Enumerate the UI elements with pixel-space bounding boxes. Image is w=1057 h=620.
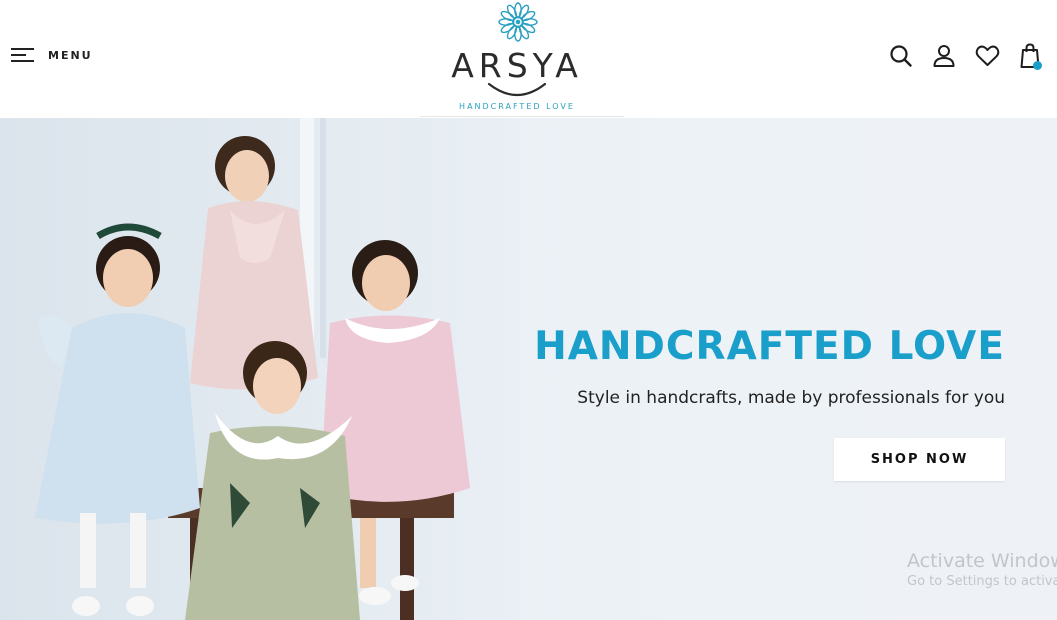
- watermark-subtitle: Go to Settings to activa: [907, 574, 1057, 589]
- cart-count-badge: [1033, 61, 1042, 70]
- menu-label: MENU: [48, 49, 93, 62]
- hero-subtitle: Style in handcrafts, made by professiona…: [577, 388, 1005, 408]
- user-icon: [933, 45, 955, 67]
- logo-wordmark: ARSYA: [451, 46, 583, 85]
- flower-icon: [498, 2, 538, 42]
- site-logo[interactable]: ARSYA HANDCRAFTED LOVE: [420, 0, 624, 118]
- wishlist-button[interactable]: [974, 43, 1000, 69]
- shop-now-button[interactable]: SHOP NOW: [834, 438, 1005, 481]
- search-icon: [890, 45, 912, 67]
- logo-tagline: HANDCRAFTED LOVE: [459, 102, 575, 111]
- hero-image: [0, 118, 520, 620]
- heart-icon: [975, 45, 999, 66]
- windows-activation-watermark: Activate Windows Go to Settings to activ…: [907, 550, 1057, 589]
- search-button[interactable]: [888, 43, 914, 69]
- hamburger-icon: [11, 46, 35, 62]
- hero-title: HANDCRAFTED LOVE: [534, 324, 1005, 369]
- logo-divider: [420, 116, 624, 117]
- account-button[interactable]: [931, 43, 957, 69]
- watermark-title: Activate Windows: [907, 550, 1057, 572]
- cart-button[interactable]: [1017, 43, 1043, 70]
- hero-banner: HANDCRAFTED LOVE Style in handcrafts, ma…: [0, 118, 1057, 620]
- menu-toggle[interactable]: MENU: [11, 46, 93, 62]
- logo-smile-mark: [487, 82, 547, 96]
- header-actions: [888, 43, 1043, 70]
- site-header: MENU ARSYA HANDCRAFTED LOVE: [0, 0, 1057, 118]
